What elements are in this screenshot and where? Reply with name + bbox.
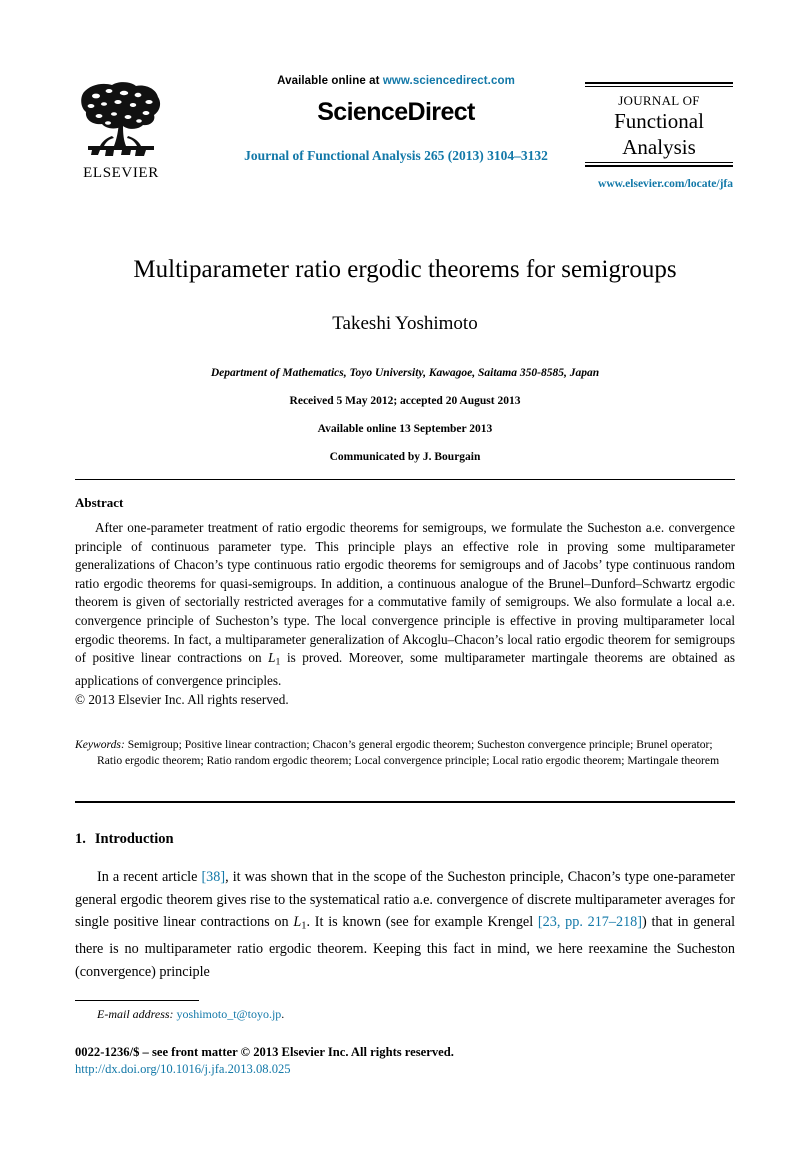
keywords-text: Keywords: Semigroup; Positive linear con… (75, 737, 735, 768)
citation-ref-38[interactable]: [38] (201, 869, 225, 885)
available-online-line: Available online at www.sciencedirect.co… (186, 74, 606, 88)
journal-of-label: Journal of (618, 93, 700, 108)
journal-homepage-link[interactable]: www.elsevier.com/locate/jfa (585, 177, 733, 191)
email-link[interactable]: yoshimoto_t@toyo.jp (174, 1007, 282, 1021)
article-page: ELSEVIER Available online at www.science… (0, 0, 808, 1162)
abstract-copyright: © 2013 Elsevier Inc. All rights reserved… (75, 691, 289, 707)
journal-citation-line[interactable]: Journal of Functional Analysis 265 (2013… (186, 148, 606, 164)
keywords-values: Semigroup; Positive linear contraction; … (97, 738, 720, 767)
author-name: Takeshi Yoshimoto (332, 313, 478, 334)
sciencedirect-wordmark: ScienceDirect (317, 98, 475, 126)
abstract-math-L: L (268, 650, 276, 666)
journal-box-top-rule (585, 82, 733, 87)
journal-name-line-2: Analysis (622, 135, 696, 159)
section-number: 1. (75, 831, 86, 847)
keywords-label: Keywords: (75, 738, 125, 751)
abstract-heading: Abstract (75, 495, 124, 510)
abstract-text: After one-parameter treatment of ratio e… (75, 519, 735, 691)
elsevier-logo: ELSEVIER (78, 80, 164, 188)
intro-text-c: . It is known (see for example Krengel (306, 914, 538, 931)
section-title: Introduction (94, 831, 174, 847)
introduction-paragraph: In a recent article [38], it was shown t… (75, 866, 735, 984)
elsevier-wordmark: ELSEVIER (83, 165, 159, 181)
sciencedirect-url-link[interactable]: www.sciencedirect.com (383, 75, 515, 87)
abstract-text-part-1: After one-parameter treatment of ratio e… (75, 520, 735, 666)
keywords-section: Keywords: Semigroup; Positive linear con… (75, 737, 735, 768)
doi-link[interactable]: http://dx.doi.org/10.1016/j.jfa.2013.08.… (75, 1061, 735, 1077)
title-block: Multiparameter ratio ergodic theorems fo… (75, 255, 735, 464)
communicated-by-line: Communicated by J. Bourgain (329, 451, 481, 463)
journal-logo-box: Journal of Functional Analysis www.elsev… (585, 82, 733, 191)
author-affiliation: Department of Mathematics, Toyo Universi… (210, 367, 600, 379)
footnote-separator-rule (75, 1000, 199, 1001)
introduction-top-divider (75, 801, 735, 803)
masthead: ELSEVIER Available online at www.science… (0, 74, 808, 204)
intro-text-a: In a recent article (97, 869, 202, 885)
sciencedirect-block: Available online at www.sciencedirect.co… (186, 74, 606, 164)
abstract-section: Abstract After one-parameter treatment o… (75, 495, 735, 709)
available-online-date: Available online 13 September 2013 (317, 423, 493, 435)
abstract-top-divider (75, 479, 735, 480)
section-heading-introduction: 1. Introduction (75, 830, 735, 848)
available-online-prefix: Available online at (277, 75, 383, 87)
email-label: E-mail address: (97, 1007, 174, 1021)
received-accepted-line: Received 5 May 2012; accepted 20 August … (289, 395, 521, 407)
page-footer: E-mail address: yoshimoto_t@toyo.jp. 002… (75, 1000, 735, 1077)
introduction-section: 1. Introduction In a recent article [38],… (75, 830, 735, 984)
issn-copyright-line: 0022-1236/$ – see front matter © 2013 El… (75, 1045, 454, 1059)
journal-box-bottom-rule (585, 162, 733, 167)
page-title: Multiparameter ratio ergodic theorems fo… (133, 256, 677, 283)
elsevier-tree-icon (78, 80, 164, 164)
email-address-line: E-mail address: yoshimoto_t@toyo.jp. (75, 1007, 735, 1022)
citation-ref-23[interactable]: [23, pp. 217–218] (538, 914, 642, 930)
email-trailing-period: . (281, 1007, 285, 1021)
journal-name-line-1: Functional (614, 109, 704, 133)
